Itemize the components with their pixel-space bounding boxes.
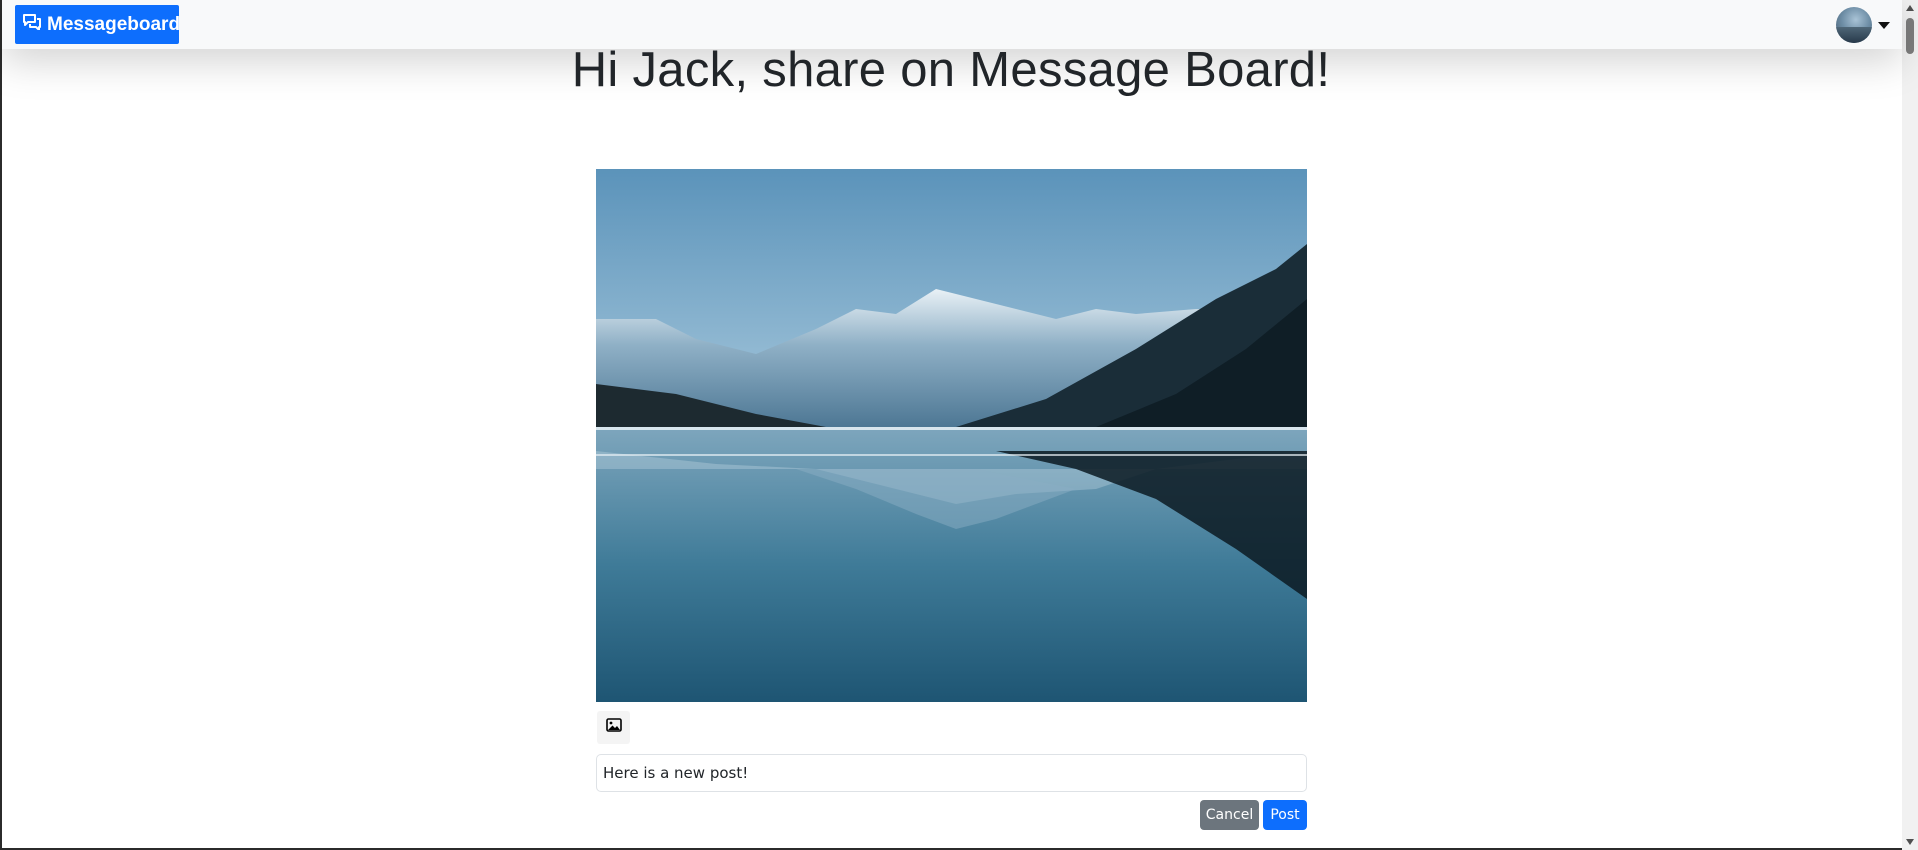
post-text-input[interactable] (596, 754, 1307, 792)
chat-bubbles-icon (23, 13, 47, 36)
user-menu-toggle[interactable] (1836, 6, 1896, 44)
cancel-button[interactable]: Cancel (1200, 800, 1259, 830)
image-icon (605, 718, 622, 737)
scrollbar[interactable] (1902, 0, 1918, 850)
scroll-up-icon[interactable] (1906, 5, 1914, 11)
page-title: Hi Jack, share on Message Board! (571, 43, 1331, 97)
caret-down-icon (1878, 21, 1890, 29)
scroll-down-icon[interactable] (1906, 839, 1914, 845)
avatar (1836, 7, 1872, 43)
brand-label: Messageboard (47, 13, 181, 35)
scroll-thumb[interactable] (1906, 18, 1914, 54)
image-preview (596, 169, 1307, 702)
add-image-button[interactable] (597, 711, 630, 744)
brand-link[interactable]: Messageboard (15, 5, 181, 44)
post-button[interactable]: Post (1263, 800, 1307, 830)
